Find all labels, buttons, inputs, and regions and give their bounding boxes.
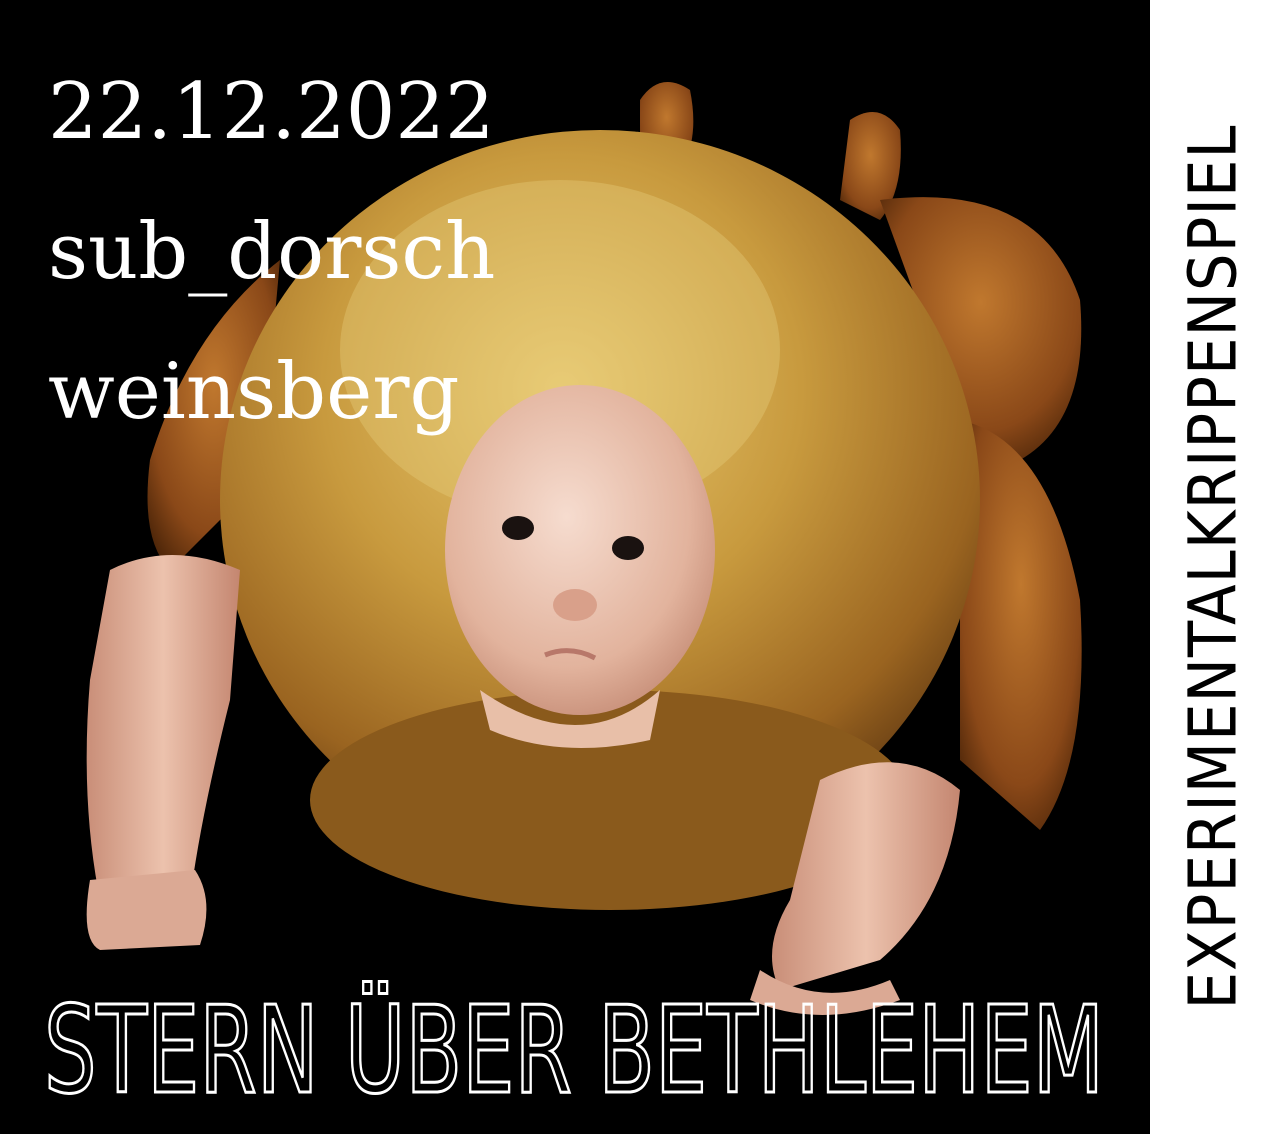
event-date: 22.12.2022 (48, 67, 495, 157)
sidebar-title: EXPERIMENTALKRIPPENSPIEL (1174, 124, 1252, 1010)
poster: 22.12.2022 sub_dorsch weinsberg STERN ÜB… (0, 0, 1276, 1134)
headline-outline: STERN ÜBER BETHLEHEM (44, 981, 1106, 1123)
sidebar-panel: EXPERIMENTALKRIPPENSPIEL (1150, 0, 1276, 1134)
event-city: weinsberg (48, 347, 460, 437)
event-venue: sub_dorsch (48, 207, 496, 297)
headline-text: STERN ÜBER BETHLEHEM (44, 982, 1104, 1121)
event-info: 22.12.2022 sub_dorsch weinsberg (48, 42, 495, 462)
